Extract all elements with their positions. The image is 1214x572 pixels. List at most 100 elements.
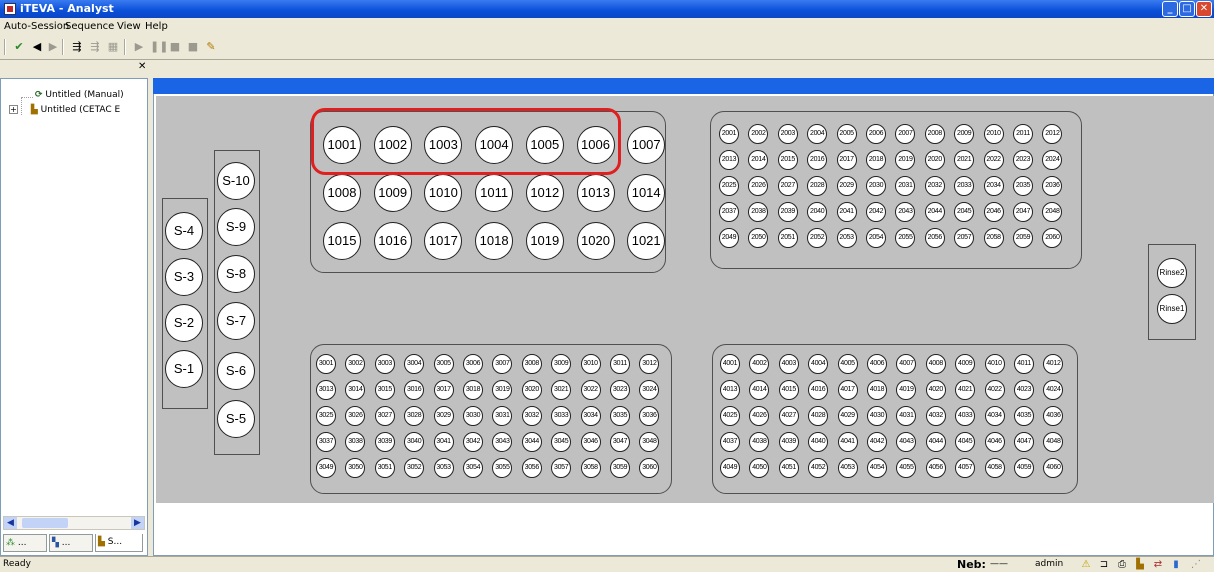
standard-vial[interactable]: S-3 [165,258,203,296]
standard-vial[interactable]: S-7 [217,302,255,340]
stop-icon[interactable]: ■ [168,40,182,54]
expand-icon[interactable]: + [9,105,18,114]
sample-vial[interactable]: 2035 [1013,176,1033,196]
close-pane-icon[interactable]: ✕ [138,61,146,72]
sample-vial[interactable]: 4025 [720,406,740,426]
sample-vial[interactable]: 3056 [521,458,542,478]
sample-vial[interactable]: 4042 [867,432,887,452]
sample-vial[interactable]: 2059 [1013,228,1033,248]
standard-vial[interactable]: S-4 [165,212,203,250]
sample-vial[interactable]: 2029 [836,176,857,196]
sample-vial[interactable]: 2025 [719,176,739,196]
standard-vial[interactable]: S-2 [165,304,203,342]
sample-vial[interactable]: 1014 [627,174,666,212]
sample-vial[interactable]: 2030 [866,176,886,196]
sample-vial[interactable]: 3011 [610,354,630,374]
standard-vial[interactable]: S-9 [217,208,255,246]
menu-help[interactable]: Help [145,21,168,32]
sample-vial[interactable]: 3032 [521,406,542,426]
sample-vial[interactable]: 3013 [316,380,336,400]
sample-vial[interactable]: 3030 [463,406,483,426]
sample-vial[interactable]: 2013 [719,150,739,170]
sample-vial[interactable]: 3044 [521,432,542,452]
sample-vial[interactable]: 4032 [925,406,946,426]
sample-vial[interactable]: 1001 [323,126,361,164]
sample-vial[interactable]: 4056 [925,458,946,478]
sample-vial[interactable]: 2010 [983,124,1004,144]
sample-vial[interactable]: 3008 [521,354,542,374]
rinse-vial[interactable]: Rinse2 [1157,258,1187,288]
sample-vial[interactable]: 3023 [610,380,630,400]
standard-vial[interactable]: S-1 [165,350,203,388]
sample-vial[interactable]: 3001 [316,354,336,374]
sample-vial[interactable]: 4029 [837,406,858,426]
sample-vial[interactable]: 4039 [778,432,799,452]
tab-sampler[interactable]: ▙ S... [95,534,143,552]
sample-vial[interactable]: 2032 [924,176,945,196]
sample-vial[interactable]: 3037 [316,432,336,452]
sample-vial[interactable]: 4037 [720,432,740,452]
back-arrow-icon[interactable]: ◀ [30,40,44,54]
sample-vial[interactable]: 4003 [778,354,799,374]
sample-vial[interactable]: 3049 [316,458,336,478]
menu-view[interactable]: View [117,21,141,32]
sample-vial[interactable]: 4046 [984,432,1005,452]
play-icon[interactable]: ▶ [132,40,146,54]
close-button[interactable]: ✕ [1196,1,1212,17]
sample-vial[interactable]: 4049 [720,458,740,478]
sample-vial[interactable]: 1019 [525,222,564,260]
sample-vial[interactable]: 2051 [777,228,798,248]
sample-vial[interactable]: 3035 [610,406,630,426]
sample-vial[interactable]: 2001 [719,124,739,144]
sample-vial[interactable]: 4005 [837,354,858,374]
sample-vial[interactable]: 1013 [576,174,615,212]
menu-auto-session[interactable]: Auto-Session [4,21,69,32]
sample-vial[interactable]: 2022 [983,150,1004,170]
sample-vial[interactable]: 3047 [610,432,630,452]
sample-vial[interactable]: 3059 [610,458,630,478]
sample-vial[interactable]: 2041 [836,202,857,222]
sample-vial[interactable]: 4013 [720,380,740,400]
sample-vial[interactable]: 1018 [475,222,514,260]
sample-vial[interactable]: 3018 [463,380,483,400]
sample-vial[interactable]: 1009 [373,174,412,212]
grid-icon[interactable]: ▦ [106,40,120,54]
sample-vial[interactable]: 3027 [374,406,395,426]
sample-vial[interactable]: 4006 [867,354,887,374]
scroll-right-icon[interactable]: ▶ [131,517,144,529]
sample-vial[interactable]: 2005 [836,124,857,144]
sample-vial[interactable]: 1002 [373,126,412,164]
sample-vial[interactable]: 3017 [433,380,454,400]
sample-vial[interactable]: 3022 [580,380,601,400]
sample-vial[interactable]: 1020 [576,222,615,260]
sample-vial[interactable]: 3054 [463,458,483,478]
scroll-thumb[interactable] [22,518,68,528]
sample-vial[interactable]: 4035 [1014,406,1034,426]
sample-vial[interactable]: 4034 [984,406,1005,426]
sample-vial[interactable]: 1008 [323,174,361,212]
sequence-icon[interactable]: ⇶ [70,40,84,54]
sample-vial[interactable]: 2053 [836,228,857,248]
tree-item-manual[interactable]: ⟳ Untitled (Manual) [35,90,124,100]
sample-vial[interactable]: 4011 [1014,354,1034,374]
sample-vial[interactable]: 2044 [924,202,945,222]
standard-vial[interactable]: S-5 [217,400,255,438]
sample-vial[interactable]: 4020 [925,380,946,400]
sample-vial[interactable]: 2015 [777,150,798,170]
sample-vial[interactable]: 2037 [719,202,739,222]
sample-vial[interactable]: 3041 [433,432,454,452]
standard-vial[interactable]: S-10 [217,162,255,200]
menu-sequence[interactable]: Sequence [65,21,114,32]
sample-vial[interactable]: 2034 [983,176,1004,196]
resize-grip-icon[interactable]: ⋰ [1190,559,1202,571]
forward-arrow-icon[interactable]: ▶ [46,40,60,54]
left-pane-scrollbar[interactable]: ◀ ▶ [3,516,145,530]
sample-vial[interactable]: 4054 [867,458,887,478]
sample-vial[interactable]: 1015 [323,222,361,260]
scroll-left-icon[interactable]: ◀ [4,517,17,529]
sample-vial[interactable]: 1016 [373,222,412,260]
sample-vial[interactable]: 4044 [925,432,946,452]
checkmark-icon[interactable]: ✔ [12,40,26,54]
edit-icon[interactable]: ✎ [204,40,218,54]
sample-vial[interactable]: 3020 [521,380,542,400]
